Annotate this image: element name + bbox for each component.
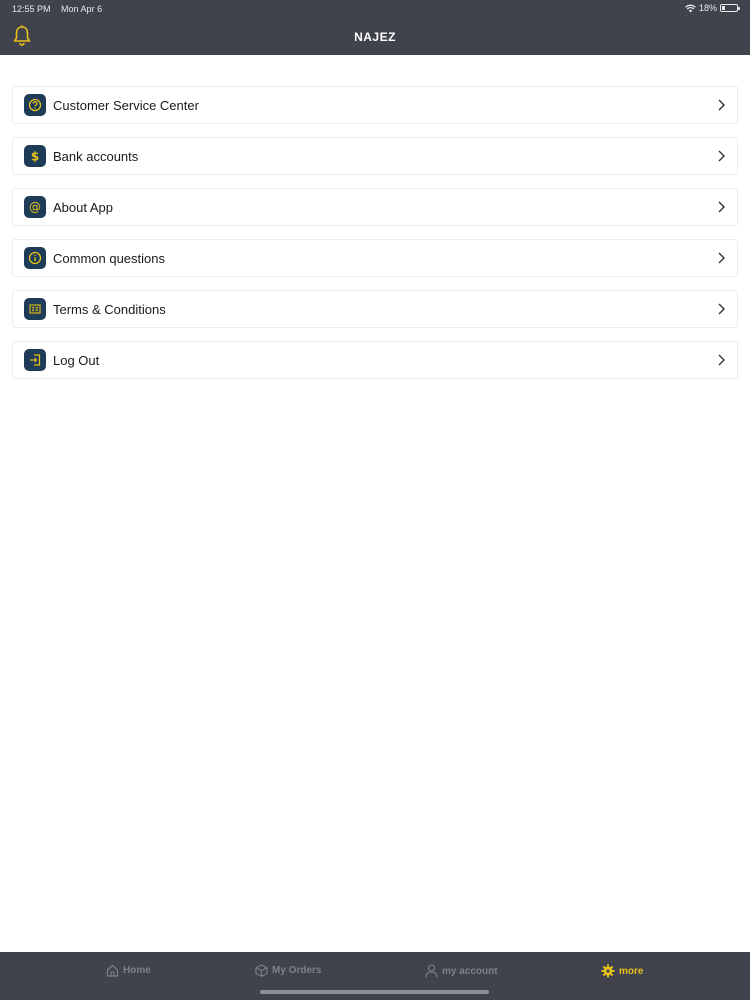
menu-item-label: Bank accounts	[53, 148, 139, 164]
gear-icon	[601, 964, 615, 978]
at-icon: @	[24, 196, 46, 218]
document-icon	[24, 298, 46, 320]
user-icon	[425, 964, 438, 978]
app-root: 12:55 PM Mon Apr 6 18% NAJEZ Customer Se…	[0, 0, 750, 1000]
chevron-right-icon	[718, 99, 725, 111]
svg-text:@: @	[29, 200, 41, 214]
home-indicator[interactable]	[260, 990, 489, 994]
home-icon	[106, 964, 119, 977]
menu-item-label: Customer Service Center	[53, 97, 199, 113]
tab-label: my account	[442, 965, 498, 977]
wifi-icon	[685, 4, 696, 12]
battery-icon	[720, 4, 740, 12]
menu-item-label: Terms & Conditions	[53, 301, 166, 317]
tab-home[interactable]: Home	[106, 964, 151, 977]
page-title: NAJEZ	[354, 30, 396, 44]
tab-label: Home	[123, 965, 151, 976]
chevron-right-icon	[718, 150, 725, 162]
tab-bar: Home My Orders my account more	[0, 952, 750, 1000]
status-time: 12:55 PM	[12, 4, 51, 14]
menu-item-log-out[interactable]: Log Out	[12, 341, 738, 379]
box-icon	[255, 964, 268, 977]
status-date: Mon Apr 6	[61, 4, 103, 14]
menu-item-label: Common questions	[53, 250, 165, 266]
logout-icon	[24, 349, 46, 371]
menu-item-terms-conditions[interactable]: Terms & Conditions	[12, 290, 738, 328]
tab-label: more	[619, 965, 644, 977]
tab-my-orders[interactable]: My Orders	[255, 964, 321, 977]
chevron-right-icon	[718, 201, 725, 213]
chevron-right-icon	[718, 252, 725, 264]
status-right: 18%	[685, 3, 740, 13]
header: 12:55 PM Mon Apr 6 18% NAJEZ	[0, 0, 750, 55]
menu-item-about-app[interactable]: @ About App	[12, 188, 738, 226]
svg-text:$: $	[31, 150, 39, 164]
battery-percent: 18%	[698, 3, 717, 13]
menu-item-bank-accounts[interactable]: $ Bank accounts	[12, 137, 738, 175]
status-bar: 12:55 PM Mon Apr 6 18%	[0, 0, 750, 18]
menu-list: Customer Service Center $ Bank accounts …	[12, 86, 738, 392]
chevron-right-icon	[718, 303, 725, 315]
menu-item-label: About App	[53, 199, 113, 215]
status-left: 12:55 PM Mon Apr 6	[12, 4, 110, 14]
question-icon	[24, 94, 46, 116]
tab-my-account[interactable]: my account	[425, 964, 498, 978]
chevron-right-icon	[718, 354, 725, 366]
tab-more[interactable]: more	[601, 964, 643, 978]
menu-item-label: Log Out	[53, 352, 100, 368]
dollar-icon: $	[24, 145, 46, 167]
info-icon	[24, 247, 46, 269]
menu-item-customer-service[interactable]: Customer Service Center	[12, 86, 738, 124]
tab-label: My Orders	[272, 965, 322, 976]
menu-item-common-questions[interactable]: Common questions	[12, 239, 738, 277]
